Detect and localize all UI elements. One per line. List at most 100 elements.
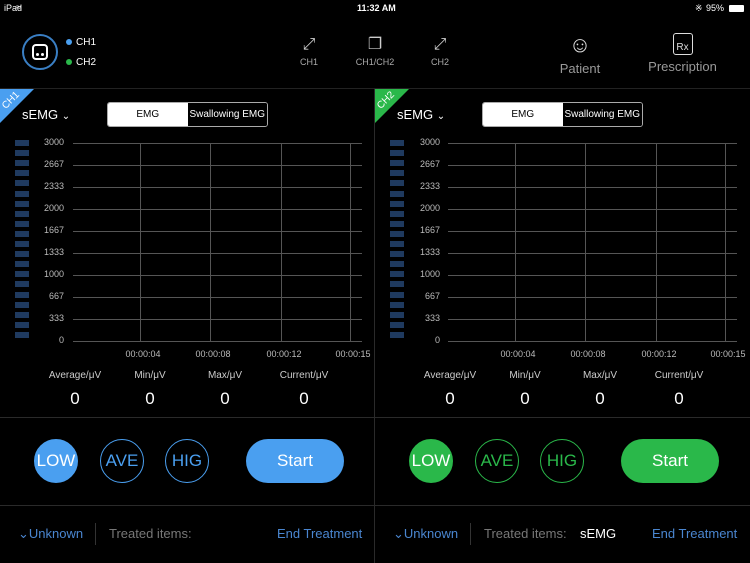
y-tick-label: 0 [58,335,64,345]
grid-line [73,187,362,188]
stat-value: 0 [299,389,309,408]
treated-items-value: sEMG [580,526,617,541]
y-tick-label: 1333 [43,247,64,257]
stat-label: Current/μV [654,370,704,381]
emg-type-toggle[interactable]: EMG Swallowing EMG [482,102,643,127]
view-ch1-ch2-button[interactable]: ❐ CH1/CH2 [345,36,405,67]
stat-value: 0 [145,389,155,408]
grid-line [448,341,737,342]
level-meter-segment [390,311,404,318]
grid-line [448,209,737,210]
grid-line [448,253,737,254]
tab-emg[interactable]: EMG [483,103,563,126]
y-tick-label: 1333 [419,247,440,257]
bluetooth-icon: ※ [695,3,703,13]
mode-dropdown[interactable]: sEMG ⌄ [22,107,70,122]
start-button[interactable]: Start [621,439,719,483]
tab-swallowing-emg[interactable]: Swallowing EMG [187,103,267,126]
level-meter-segment [15,321,29,328]
start-button[interactable]: Start [246,439,344,483]
unknown-dropdown[interactable]: ⌄Unknown [393,526,458,542]
stat-value: 0 [520,389,530,408]
y-tick-label: 667 [48,291,64,301]
level-hig-button[interactable]: HIG [540,439,584,483]
channel-label: CH2 [76,57,97,68]
channel-label: CH1 [76,37,97,48]
level-meter-segment [390,190,404,197]
grid-line [281,143,282,341]
grid-line [350,143,351,341]
unknown-label: Unknown [28,526,84,541]
stat-label: Current/μV [279,370,329,381]
channel-panel-2: CH2 sEMG ⌄ EMG Swallowing EMG 3000 2667 23… [375,88,750,563]
stat-label: Max/μV [207,370,243,381]
grid-line [73,143,362,144]
patient-button[interactable]: ☺ Patient [555,32,605,77]
grid-line [73,253,362,254]
stat-value: 0 [445,389,455,408]
device-button[interactable] [22,34,58,70]
grid-line [73,231,362,232]
y-tick-label: 1667 [43,225,64,235]
x-tick-label: 00:00:08 [195,349,231,359]
y-tick-label: 2333 [43,181,64,191]
level-meter-segment [15,301,29,308]
stat-value: 0 [70,389,80,408]
stat-value: 0 [674,389,684,408]
x-tick-label: 00:00:15 [710,349,746,359]
grid-line [448,275,737,276]
level-meter-segment [15,210,29,217]
divider [0,417,375,418]
mode-dropdown[interactable]: sEMG ⌄ [397,107,445,122]
grid-line [73,275,362,276]
level-meter-segment [390,220,404,227]
stat-value: 0 [595,389,605,408]
level-meter-segment [15,190,29,197]
stat-value: 0 [220,389,230,408]
level-meter-segment [15,160,29,167]
level-meter-segment [15,150,29,157]
prescription-label: Prescription [648,59,717,74]
patient-icon: ☺ [568,32,592,57]
level-meter-segment [390,200,404,207]
level-meter-segment [15,261,29,268]
tab-swallowing-emg[interactable]: Swallowing EMG [562,103,642,126]
grid-line [448,319,737,320]
level-meter-segment [390,321,404,328]
divider [0,505,375,506]
level-low-button[interactable]: LOW [34,439,78,483]
unknown-label: Unknown [403,526,459,541]
mode-label: sEMG [397,107,434,122]
mode-label: sEMG [22,107,59,122]
level-low-button[interactable]: LOW [409,439,453,483]
view-ch2-button[interactable]: ⤢ CH2 [410,36,470,67]
level-meter-segment [390,230,404,237]
device-icon [32,44,48,60]
level-meter-segment [15,331,29,338]
emg-type-toggle[interactable]: EMG Swallowing EMG [107,102,268,127]
end-treatment-button[interactable]: End Treatment [277,526,362,541]
grid-line [73,341,362,342]
level-meter-segment [390,281,404,288]
end-treatment-button[interactable]: End Treatment [652,526,737,541]
grid-line [73,297,362,298]
unknown-dropdown[interactable]: ⌄Unknown [18,526,83,542]
level-hig-button[interactable]: HIG [165,439,209,483]
y-tick-label: 1000 [419,269,440,279]
grid-line [210,143,211,341]
channel-dot [66,59,72,65]
level-ave-button[interactable]: AVE [475,439,519,483]
level-meter-segment [390,261,404,268]
stat-label: Average/μV [423,370,477,381]
tab-emg[interactable]: EMG [108,103,188,126]
level-meter-segment [390,160,404,167]
grid-line [73,165,362,166]
y-tick-label: 2667 [43,159,64,169]
level-ave-button[interactable]: AVE [100,439,144,483]
level-meter-segment [390,331,404,338]
stat-label: Average/μV [48,370,102,381]
level-meter-segment [390,271,404,278]
prescription-button[interactable]: Rx Prescription [640,33,725,74]
view-ch1-button[interactable]: ⤢ CH1 [279,36,339,67]
y-tick-label: 2667 [419,159,440,169]
